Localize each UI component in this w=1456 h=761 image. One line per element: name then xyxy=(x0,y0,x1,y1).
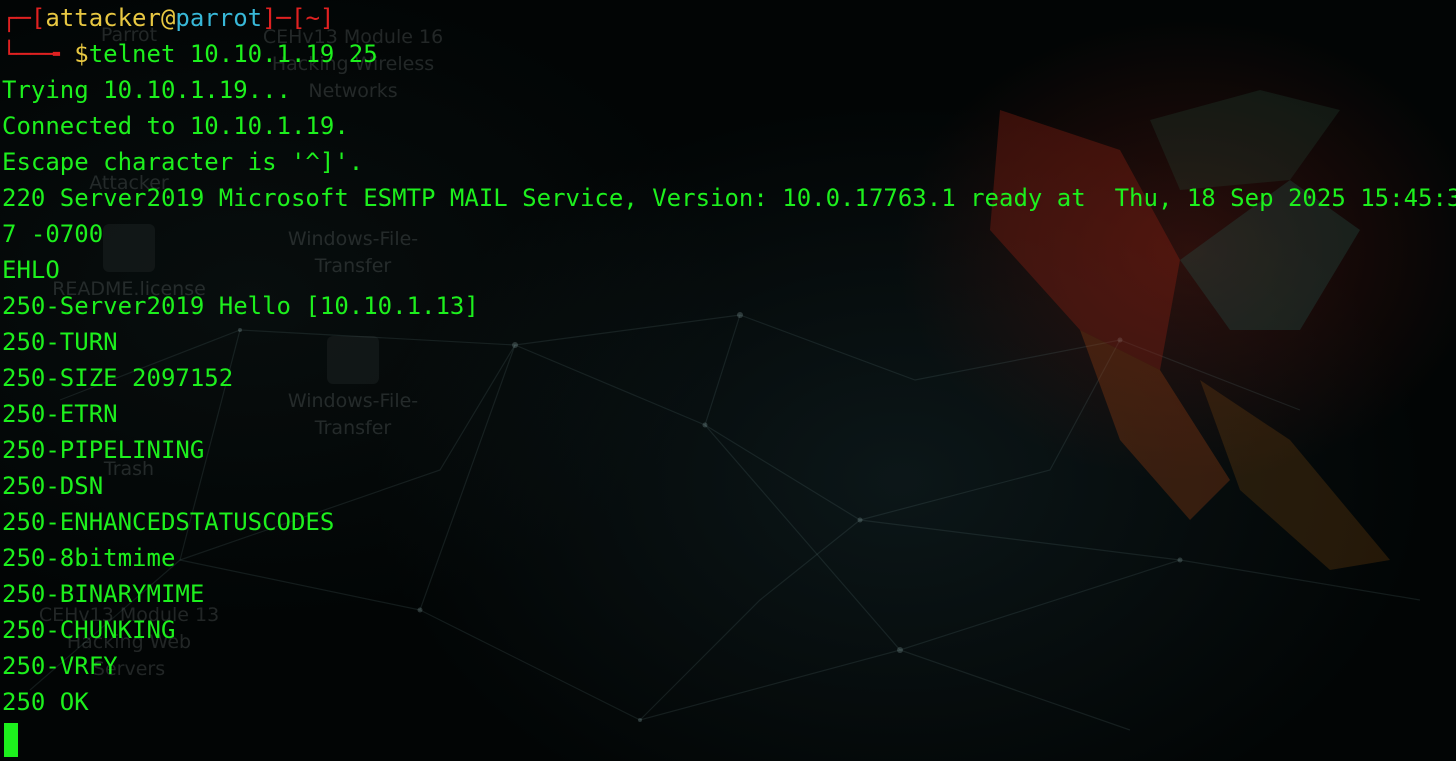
prompt-directory: ~ xyxy=(305,4,320,32)
output-line: 250-ETRN xyxy=(2,400,118,428)
output-line: Connected to 10.10.1.19. xyxy=(2,112,349,140)
output-line: 250 OK xyxy=(2,688,89,716)
prompt-mid-bracket: ]─[ xyxy=(262,4,306,32)
output-line: Escape character is '^]'. xyxy=(2,148,364,176)
prompt-dollar: $ xyxy=(74,40,89,68)
terminal-window[interactable]: ┌─[attacker@parrot]─[~] └──╼ $telnet 10.… xyxy=(2,0,1456,761)
prompt-at: @ xyxy=(160,4,176,32)
prompt-corner: └──╼ xyxy=(2,40,75,68)
prompt-line-1: ┌─[attacker@parrot]─[~] xyxy=(2,0,334,36)
output-line: 250-8bitmime xyxy=(2,544,176,572)
output-line: EHLO xyxy=(2,256,60,284)
output-line: 7 -0700 xyxy=(2,220,104,248)
prompt-host: parrot xyxy=(175,4,263,32)
desktop-screen: Parrot CEHv13 Module 16 Hacking Wireless… xyxy=(0,0,1456,761)
prompt-close-bracket: ] xyxy=(319,4,335,32)
prompt-user: attacker xyxy=(45,4,161,32)
output-line: 220 Server2019 Microsoft ESMTP MAIL Serv… xyxy=(2,184,1456,212)
output-line: 250-Server2019 Hello [10.10.1.13] xyxy=(2,292,479,320)
prompt-open-bracket: ┌─[ xyxy=(2,4,46,32)
output-line: Trying 10.10.1.19... xyxy=(2,76,291,104)
output-line: 250-VRFY xyxy=(2,652,118,680)
output-line: 250-BINARYMIME xyxy=(2,580,205,608)
prompt-line-2: └──╼ $telnet 10.10.1.19 25 xyxy=(2,36,378,72)
output-line: 250-TURN xyxy=(2,328,118,356)
output-line: 250-CHUNKING xyxy=(2,616,176,644)
output-line: 250-SIZE 2097152 xyxy=(2,364,234,392)
terminal-cursor xyxy=(4,723,18,757)
command-text: telnet 10.10.1.19 25 xyxy=(88,40,378,68)
output-line: 250-PIPELINING xyxy=(2,436,205,464)
output-line: 250-DSN xyxy=(2,472,104,500)
output-line: 250-ENHANCEDSTATUSCODES xyxy=(2,508,335,536)
